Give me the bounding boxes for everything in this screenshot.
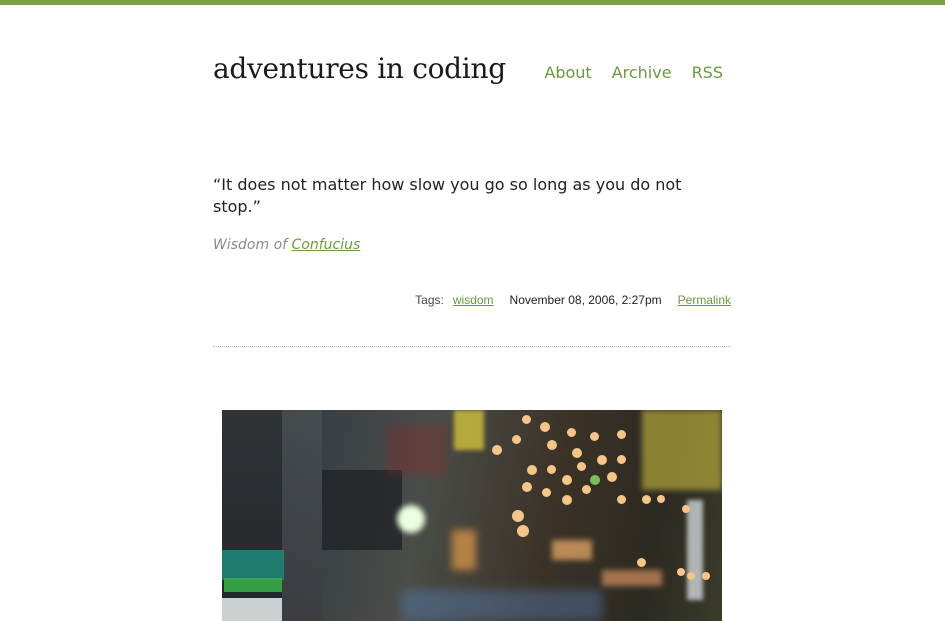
post-meta: Tags: wisdom November 08, 2006, 2:27pm P… <box>415 293 731 307</box>
permalink-link[interactable]: Permalink <box>678 293 731 307</box>
tags-label: Tags: <box>415 293 444 307</box>
post-date: November 08, 2006, 2:27pm <box>509 293 662 307</box>
post-attribution: Wisdom of Confucius <box>213 237 360 253</box>
site-title[interactable]: adventures in coding <box>213 52 506 85</box>
post-photo <box>222 410 722 621</box>
post-quote: “It does not matter how slow you go so l… <box>213 175 682 216</box>
tag-link[interactable]: wisdom <box>453 293 494 307</box>
main-nav: About Archive RSS <box>544 63 723 82</box>
nav-archive-link[interactable]: Archive <box>612 63 672 82</box>
nav-about-link[interactable]: About <box>544 63 591 82</box>
attribution-author-link[interactable]: Confucius <box>292 237 361 253</box>
top-accent-bar <box>0 0 945 5</box>
post-divider <box>213 346 731 347</box>
nav-rss-link[interactable]: RSS <box>692 63 723 82</box>
attribution-prefix: Wisdom of <box>213 237 288 253</box>
